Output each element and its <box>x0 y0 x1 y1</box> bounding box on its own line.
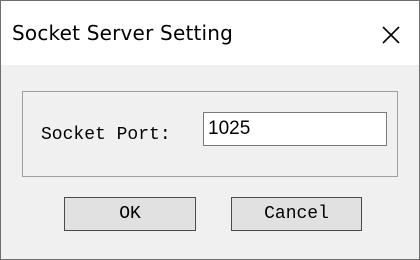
socket-server-setting-dialog: Socket Server Setting Socket Port: OK Ca… <box>0 0 420 260</box>
window-title: Socket Server Setting <box>12 21 234 45</box>
cancel-button[interactable]: Cancel <box>231 197 362 231</box>
port-group-box: Socket Port: <box>22 91 398 177</box>
ok-button[interactable]: OK <box>64 197 196 231</box>
socket-port-input[interactable] <box>203 112 387 146</box>
close-icon-glyph <box>382 26 400 44</box>
title-bar: Socket Server Setting <box>1 1 419 65</box>
socket-port-label: Socket Port: <box>41 125 171 145</box>
close-icon[interactable] <box>373 17 409 53</box>
